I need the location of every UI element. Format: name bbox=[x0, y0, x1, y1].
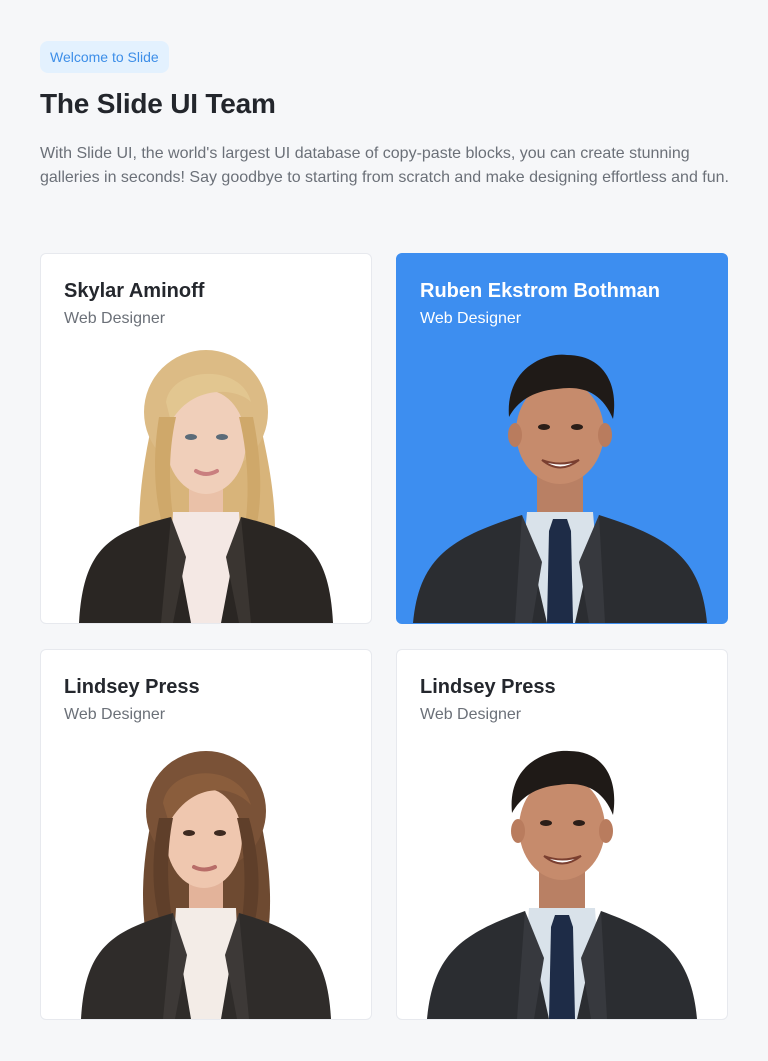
team-card-active[interactable]: Ruben Ekstrom Bothman Web Designer bbox=[396, 253, 728, 624]
team-card[interactable]: Lindsey Press Web Designer bbox=[396, 649, 728, 1020]
man-suit-portrait bbox=[413, 354, 707, 623]
woman-blonde-portrait bbox=[79, 350, 333, 623]
team-card[interactable]: Lindsey Press Web Designer bbox=[40, 649, 372, 1020]
welcome-badge: Welcome to Slide bbox=[40, 41, 169, 73]
member-role: Web Designer bbox=[64, 706, 166, 723]
man-suit-portrait bbox=[427, 750, 697, 1019]
member-role: Web Designer bbox=[420, 706, 522, 723]
member-name: Lindsey Press bbox=[420, 676, 556, 698]
member-name: Ruben Ekstrom Bothman bbox=[420, 280, 661, 302]
woman-brunette-portrait bbox=[81, 751, 331, 1019]
team-card[interactable]: Skylar Aminoff Web Designer bbox=[40, 253, 372, 624]
member-role: Web Designer bbox=[64, 310, 166, 327]
page-title: The Slide UI Team bbox=[40, 88, 276, 119]
team-section: Welcome to Slide The Slide UI Team With … bbox=[0, 0, 768, 1061]
member-name: Skylar Aminoff bbox=[64, 280, 205, 302]
page-description: With Slide UI, the world's largest UI da… bbox=[40, 145, 729, 186]
member-name: Lindsey Press bbox=[64, 676, 200, 698]
member-role: Web Designer bbox=[420, 310, 522, 327]
